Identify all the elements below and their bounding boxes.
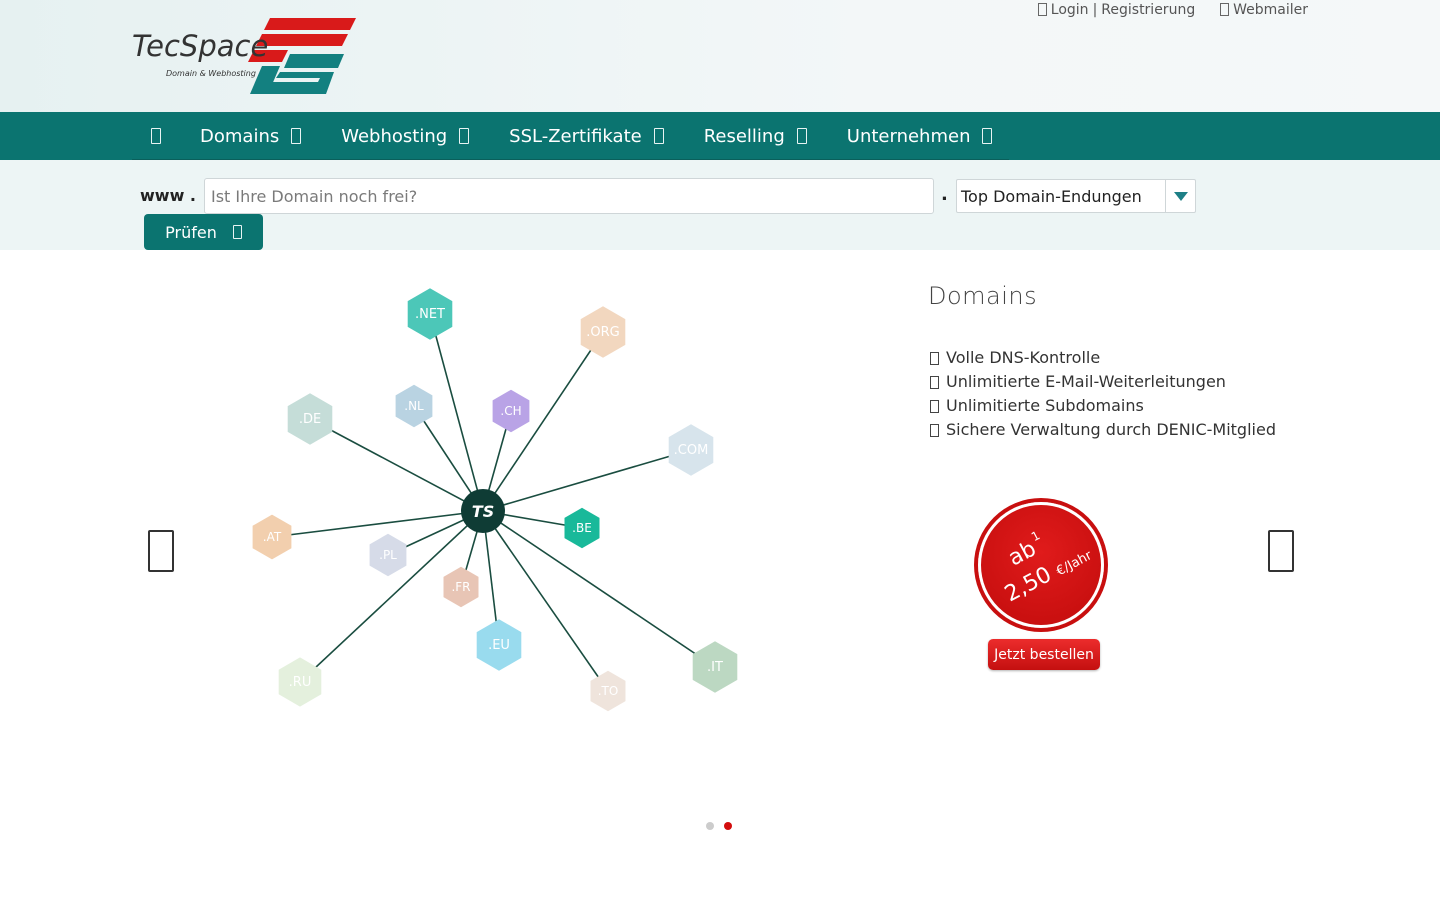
slide-title: Domains [928,282,1038,310]
chevron-down-icon [653,128,664,144]
nav-item-domains[interactable]: Domains [180,112,321,160]
tld-node: .PL [369,533,407,577]
chevron-down-icon [982,128,993,144]
check-icon [930,351,939,365]
tld-dot: . [941,184,948,205]
tld-label: .TO [598,684,619,698]
envelope-icon [1220,3,1230,16]
tld-label: .IT [707,660,723,675]
nav-item-ssl[interactable]: SSL-Zertifikate [489,112,684,160]
feature-item: Unlimitierte E-Mail-Weiterleitungen [930,370,1276,394]
tld-label: .RU [289,675,312,690]
tld-node: .BE [564,507,600,549]
nav-item-webhosting[interactable]: Webhosting [321,112,489,160]
tld-label: .NL [404,399,424,413]
feature-text: Unlimitierte Subdomains [946,396,1144,415]
tld-select-value: Top Domain-Endungen [961,187,1142,206]
top-links: Login | Registrierung Webmailer [1037,2,1308,18]
network-link [309,418,484,512]
chevron-down-icon [796,128,807,144]
tld-label: .COM [674,443,709,458]
site-header: TecSpace Domain & Webhosting Login | Regis… [0,0,1440,112]
dropdown-arrow-icon[interactable] [1165,180,1195,212]
tld-select[interactable]: Top Domain-Endungen [956,179,1196,213]
tld-node: .NET [407,288,453,340]
home-icon [151,128,161,144]
tld-node: .EU [476,619,522,671]
tld-label: .ORG [586,325,619,340]
tld-node: .IT [692,641,738,693]
nav-item-unternehmen[interactable]: Unternehmen [827,112,1013,160]
webmailer-link[interactable]: Webmailer [1233,2,1308,18]
carousel-indicators [706,822,732,830]
tld-label: .NET [415,307,445,322]
feature-item: Sichere Verwaltung durch DENIC-Mitglied [930,418,1276,442]
nav-label: Unternehmen [846,125,971,147]
tld-node: .AT [252,514,292,560]
tld-label: .BE [572,521,592,535]
network-link [482,449,692,512]
logo-text: TecSpace [132,29,268,63]
chevron-down-icon [459,128,470,144]
tecspace-logo[interactable]: TecSpace Domain & Webhosting [130,16,358,98]
www-prefix: www . [140,186,196,205]
feature-text: Sichere Verwaltung durch DENIC-Mitglied [946,420,1276,439]
tld-label: .DE [299,412,321,427]
carousel-dot[interactable] [706,822,714,830]
nav-label: Reselling [703,125,785,147]
tld-node: .TO [590,670,626,712]
price-badge: ab 1 2,50 €/Jahr [978,502,1104,628]
search-icon [232,225,242,239]
login-link[interactable]: Login [1051,2,1089,18]
check-icon [930,399,939,413]
price-unit: €/Jahr [1053,548,1095,580]
hub-logo-icon: TS [472,502,494,521]
domain-search-input[interactable] [204,178,934,214]
home-button[interactable] [132,112,180,160]
tld-node: .ORG [580,306,626,358]
feature-item: Volle DNS-Kontrolle [930,346,1276,370]
carousel-dot-active[interactable] [724,822,732,830]
check-domain-button[interactable]: Prüfen [144,214,263,250]
check-icon [930,423,939,437]
tld-node: .FR [443,566,479,608]
tld-label: .CH [500,404,521,418]
tld-label: .AT [263,530,282,544]
tld-node: .DE [287,393,333,445]
feature-text: Volle DNS-Kontrolle [946,348,1101,367]
tld-node: .COM [668,424,714,476]
tld-label: .FR [451,580,470,594]
tld-label: .PL [379,548,397,562]
check-button-label: Prüfen [165,222,217,242]
main-navigation: Domains Webhosting SSL-Zertifikate Resel… [0,112,1440,160]
feature-text: Unlimitierte E-Mail-Weiterleitungen [946,372,1226,391]
chevron-down-icon [291,128,302,144]
tld-label: .EU [488,638,510,653]
price-value: 2,50 [1000,562,1056,608]
order-now-button[interactable]: Jetzt bestellen [988,639,1100,670]
feature-list: Volle DNS-Kontrolle Unlimitierte E-Mail-… [930,346,1276,442]
link-separator: | [1092,2,1098,18]
user-icon [1037,3,1047,16]
nav-label: Webhosting [341,125,448,147]
nav-label: Domains [200,125,280,147]
carousel-prev-icon[interactable] [148,530,174,572]
feature-item: Unlimitierte Subdomains [930,394,1276,418]
tld-node: .CH [492,389,530,433]
network-link [271,510,484,538]
tld-network-graphic: .NET .ORG .DE .NL .CH .COM .BE .AT .PL .FR .EU .RU.… [252,288,738,712]
logo-tagline: Domain & Webhosting [166,69,256,78]
tld-node: .RU [278,657,322,707]
nav-item-reselling[interactable]: Reselling [684,112,827,160]
tld-node: .NL [395,384,433,428]
check-icon [930,375,939,389]
network-link [429,313,484,512]
carousel-next-icon[interactable] [1268,530,1294,572]
register-link[interactable]: Registrierung [1101,2,1195,18]
nav-label: SSL-Zertifikate [509,125,642,147]
